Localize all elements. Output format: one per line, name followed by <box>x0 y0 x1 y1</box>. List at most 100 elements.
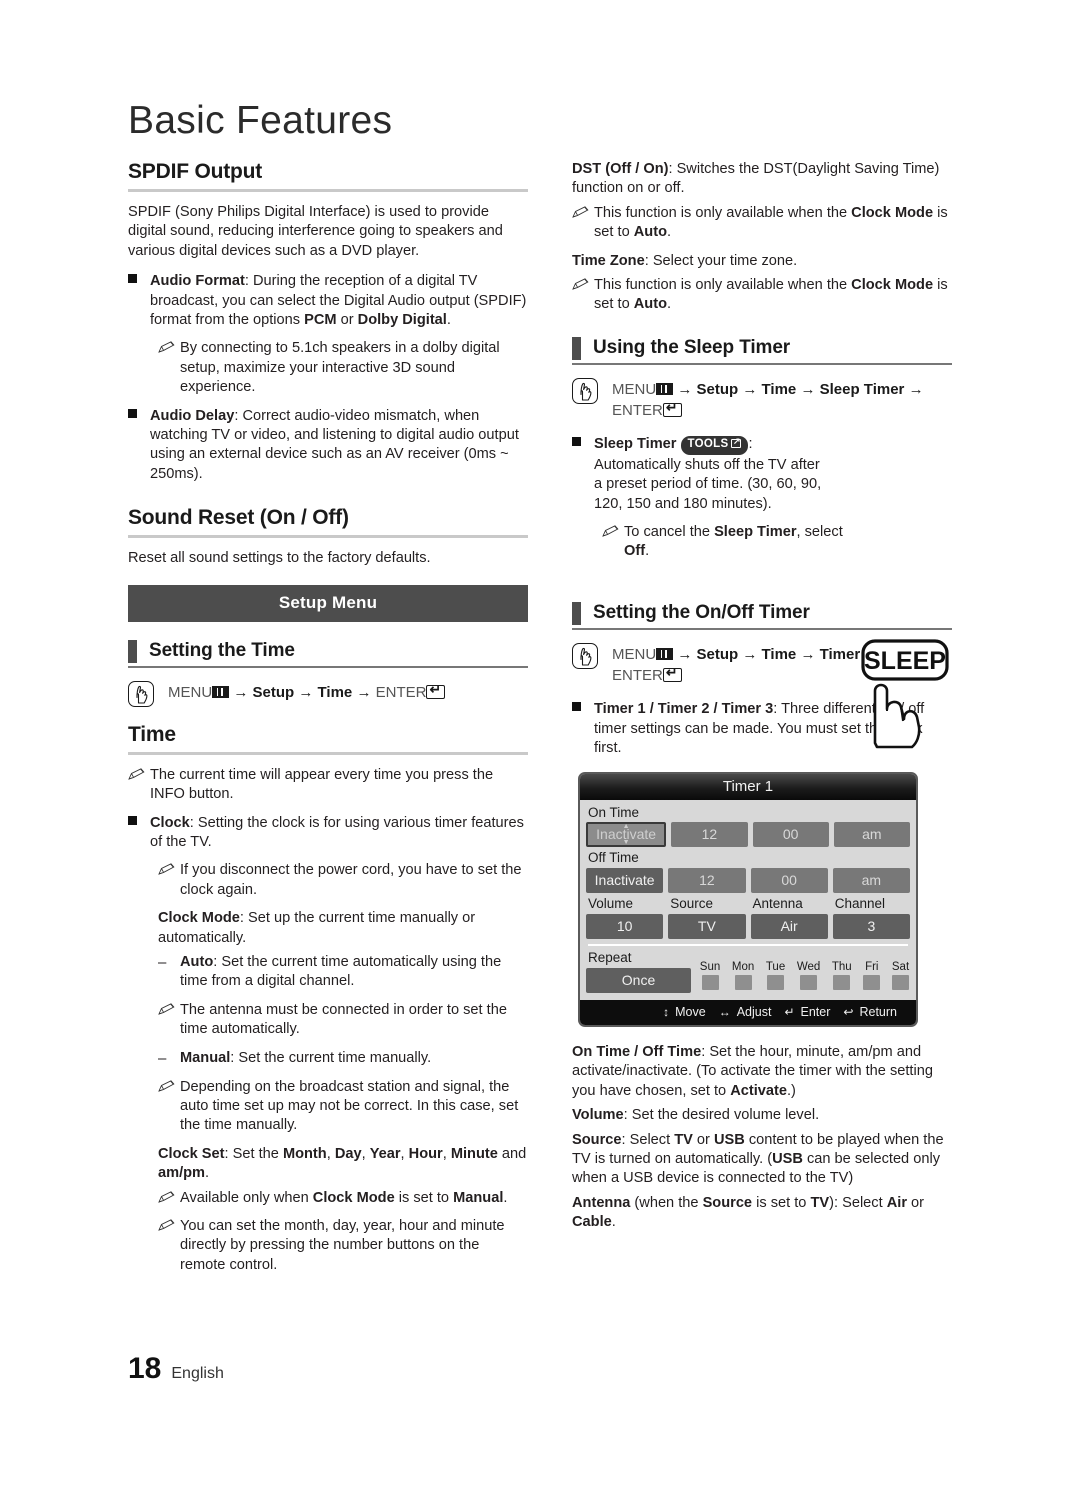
dash-bullet-icon: – <box>158 953 167 971</box>
day-checkbox[interactable] <box>833 974 851 990</box>
day-checkbox[interactable] <box>863 974 881 990</box>
off-time-label: Off Time <box>588 850 639 866</box>
manual-body: : Set the current time manually. <box>230 1049 432 1066</box>
heading-accent-bar <box>572 336 581 360</box>
day-checkbox[interactable] <box>734 974 752 990</box>
cancel-note-a: To cancel the <box>624 523 715 540</box>
day-checkbox[interactable] <box>800 974 818 990</box>
source-tv: TV <box>674 1131 693 1148</box>
timer-dialog-body: On Time Inactivate 12 00 am Off Time Ina… <box>580 800 916 996</box>
manual-page: Basic Features SPDIF Output SPDIF (Sony … <box>0 0 1080 1494</box>
off-time-minute-field[interactable]: 00 <box>750 868 828 894</box>
list-item-clock: Clock: Setting the clock is for using va… <box>128 814 528 853</box>
day-checkbox[interactable] <box>892 974 909 990</box>
pencil-note-icon <box>158 1001 180 1040</box>
menu-label: MENU <box>168 683 213 701</box>
volume-field[interactable]: 10 <box>586 914 664 940</box>
note-available-c: is set to <box>394 1189 454 1206</box>
pencil-note-icon <box>602 523 624 562</box>
heading-rule <box>128 751 528 755</box>
setup-menu-banner: Setup Menu <box>128 584 528 622</box>
on-time-hour-field[interactable]: 12 <box>671 822 748 848</box>
day-tue[interactable]: Tue <box>766 961 785 990</box>
sleep-button-illustration: SLEEP <box>857 639 952 751</box>
arrow-icon: → <box>908 380 924 398</box>
off-time-row: Inactivate 12 00 am <box>586 868 910 894</box>
off-time-ampm-field[interactable]: am <box>832 868 910 894</box>
pencil-note-icon <box>572 276 594 315</box>
day-checkbox[interactable] <box>767 974 785 990</box>
page-language: English <box>171 1365 224 1382</box>
tz-note-clock-mode: Clock Mode <box>851 277 934 294</box>
menu-grid-icon <box>212 685 230 698</box>
source-usb: USB <box>713 1131 745 1148</box>
day-wed[interactable]: Wed <box>797 961 820 990</box>
audio-format-option-dolby: Dolby Digital <box>357 312 447 329</box>
menu-step-time: Time <box>761 380 797 398</box>
clock-set-paragraph: Clock Set: Set the Month, Day, Year, Hou… <box>158 1145 527 1182</box>
repeat-field[interactable]: Once <box>586 967 691 993</box>
spdif-intro-text: SPDIF (Sony Philips Digital Interface) i… <box>128 204 503 259</box>
list-item-auto: – Auto: Set the current time automatical… <box>158 953 528 992</box>
list-item-audio-format: Audio Format: During the reception of a … <box>128 272 528 330</box>
day-sun[interactable]: Sun <box>700 961 720 990</box>
dash-bullet-icon: – <box>158 1049 167 1067</box>
cancel-note-off: Off <box>624 543 646 560</box>
day-thu[interactable]: Thu <box>832 961 852 990</box>
menu-step-time: Time <box>317 683 353 701</box>
day-mon[interactable]: Mon <box>732 961 754 990</box>
arrow-icon: → <box>298 683 314 701</box>
settings-labels-row: Volume Source Antenna Channel <box>586 895 910 914</box>
enter-key-icon <box>662 665 682 683</box>
volume-term: Volume <box>572 1107 624 1124</box>
pencil-note-icon <box>158 1217 180 1275</box>
menu-path-setting-the-time: MENU → Setup → Time → ENTER <box>128 680 528 707</box>
on-time-ampm-field[interactable]: am <box>833 822 910 848</box>
repeat-group: Repeat Once <box>586 949 691 993</box>
audio-format-term: Audio Format <box>150 273 245 290</box>
day-checkbox[interactable] <box>701 974 719 990</box>
menu-step-time: Time <box>761 645 797 663</box>
antenna-tv: TV <box>810 1194 830 1211</box>
tools-badge-label: TOOLS <box>687 438 729 451</box>
heading-rule <box>128 665 528 668</box>
audio-format-option-pcm: PCM <box>304 312 337 329</box>
cancel-note-sleep-timer: Sleep Timer <box>714 523 797 540</box>
cancel-note-e: . <box>645 543 650 560</box>
clock-set-b2: and <box>497 1145 527 1162</box>
source-field[interactable]: TV <box>668 914 746 940</box>
pencil-note-icon <box>158 1189 180 1208</box>
on-time-minute-field[interactable]: 00 <box>752 822 829 848</box>
sleep-timer-term: Sleep Timer <box>594 436 677 453</box>
heading-rule <box>128 189 528 192</box>
antenna-field[interactable]: Air <box>750 914 828 940</box>
auto-term: Auto <box>180 953 214 970</box>
cancel-note-c: , select <box>796 523 843 540</box>
menu-path-sleep-timer: MENU → Setup → Time → Sleep Timer → ENTE… <box>572 377 952 422</box>
pencil-note-icon <box>128 766 150 805</box>
note-number-buttons: You can set the month, day, year, hour a… <box>158 1217 528 1275</box>
note-info-a: The current time will appear every time … <box>150 766 494 783</box>
subsection-heading-using-sleep-timer: Using the Sleep Timer <box>572 336 952 360</box>
off-time-activate-field[interactable]: Inactivate <box>586 868 664 894</box>
timer-123-term: Timer 1 / Timer 2 / Timer 3 <box>594 701 774 718</box>
on-time-activate-field[interactable]: Inactivate <box>586 822 667 848</box>
off-time-hour-field[interactable]: 12 <box>668 868 746 894</box>
hint-label-enter: Enter <box>800 1004 831 1019</box>
hint-label-return: Return <box>859 1004 897 1019</box>
subsection-heading-label: Using the Sleep Timer <box>593 337 791 359</box>
page-footer: 18 English <box>128 1352 224 1386</box>
source-or: or <box>692 1131 714 1148</box>
time-zone-body: : Select your time zone. <box>644 252 798 269</box>
day-label: Fri <box>865 960 879 973</box>
clock-set-ampm: am/pm <box>158 1165 206 1182</box>
volume-description: Volume: Set the desired volume level. <box>572 1106 952 1125</box>
source-description: Source: Select TV or USB content to be p… <box>572 1131 952 1189</box>
day-fri[interactable]: Fri <box>863 960 881 990</box>
on-time-row: Inactivate 12 00 am <box>586 822 910 848</box>
heading-accent-bar <box>572 601 581 625</box>
day-sat[interactable]: Sat <box>892 961 909 990</box>
dst-note-clock-mode: Clock Mode <box>851 204 934 221</box>
channel-field[interactable]: 3 <box>832 914 910 940</box>
tools-badge[interactable]: TOOLS <box>680 436 749 455</box>
